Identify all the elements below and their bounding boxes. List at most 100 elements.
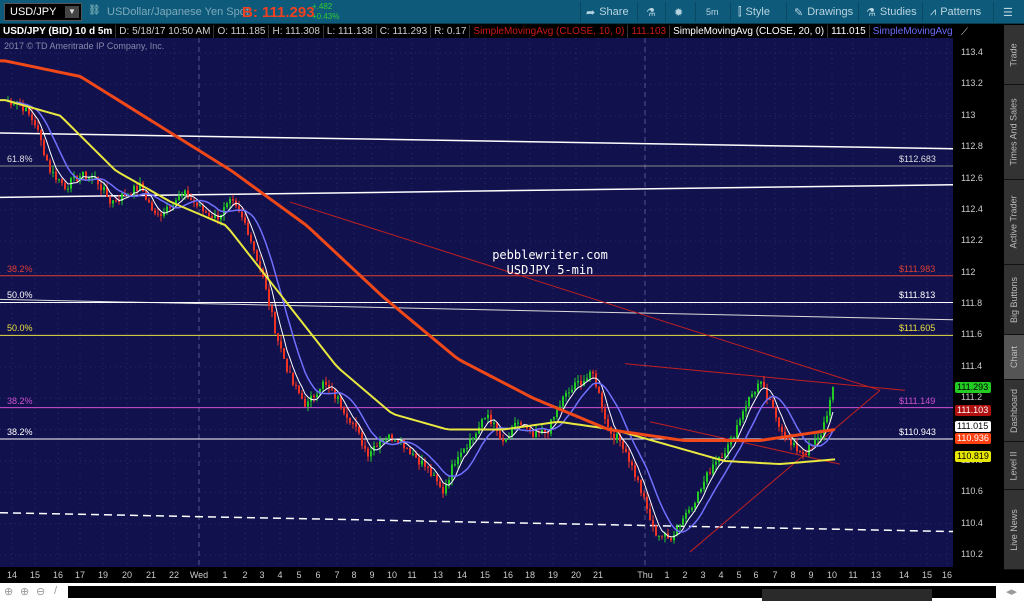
candle xyxy=(112,200,114,204)
candle xyxy=(460,452,462,457)
time-tick: 6 xyxy=(315,570,321,580)
candle xyxy=(355,423,357,427)
candle xyxy=(352,422,354,424)
candle xyxy=(634,465,636,478)
price-tick: 113 xyxy=(961,109,976,120)
candle xyxy=(715,461,717,465)
flask-icon: ⚗ xyxy=(866,6,876,19)
candle xyxy=(91,177,93,179)
zoom-in-icon[interactable]: ⊕ xyxy=(20,585,29,598)
fib-price-label: $112.683 xyxy=(899,153,936,164)
candle xyxy=(640,480,642,494)
expand-icon[interactable]: ◂▸ xyxy=(1006,585,1017,598)
candle xyxy=(832,386,834,400)
link-icon[interactable]: ⛓ xyxy=(88,5,101,16)
candle xyxy=(313,395,315,398)
time-tick: 10 xyxy=(386,570,398,580)
candle xyxy=(265,276,267,289)
candle xyxy=(670,538,672,541)
settings-button[interactable]: ✹ xyxy=(674,3,683,21)
candle xyxy=(289,371,291,373)
side-tab-times-and-sales[interactable]: Times And Sales xyxy=(1004,85,1024,180)
side-tab-live-news[interactable]: Live News xyxy=(1004,490,1024,570)
sma1-label[interactable]: SimpleMovingAvg (CLOSE, 10, 0) xyxy=(470,25,629,38)
candle xyxy=(688,509,690,513)
side-tab-active-trader[interactable]: Active Trader xyxy=(1004,180,1024,265)
flask-button[interactable]: ⚗ xyxy=(646,3,656,21)
symbol-description: USDollar/Japanese Yen Spot xyxy=(107,6,249,18)
candle xyxy=(40,129,42,141)
candle xyxy=(418,457,420,465)
time-tick: 5 xyxy=(736,570,742,580)
candle xyxy=(46,155,48,161)
candle xyxy=(304,398,306,407)
time-tick: 4 xyxy=(718,570,724,580)
candle xyxy=(43,140,45,156)
side-tab-trade[interactable]: Trade xyxy=(1004,25,1024,85)
time-tick: 7 xyxy=(334,570,340,580)
candle xyxy=(274,311,276,334)
side-tab-dashboard[interactable]: Dashboard xyxy=(1004,380,1024,442)
candle xyxy=(202,205,204,212)
chart-scrollbar[interactable] xyxy=(68,586,996,601)
candle xyxy=(454,464,456,466)
menu-button[interactable]: ☰ xyxy=(1003,3,1013,21)
candle xyxy=(367,448,369,457)
candle xyxy=(502,439,504,442)
candle xyxy=(295,384,297,386)
candle xyxy=(613,433,615,440)
fib-percent-label: 38.2% xyxy=(7,263,33,274)
fib-percent-label: 61.8% xyxy=(7,153,33,164)
timeframe-button[interactable]: 5m xyxy=(706,3,719,21)
chevron-down-icon[interactable]: ▼ xyxy=(65,6,79,18)
sma2-label[interactable]: SimpleMovingAvg (CLOSE, 20, 0) xyxy=(670,25,829,38)
candle xyxy=(442,486,444,494)
candle xyxy=(724,453,726,458)
candle xyxy=(325,381,327,385)
candle xyxy=(58,179,60,181)
candle xyxy=(703,481,705,489)
draw-line-icon[interactable]: / xyxy=(54,585,57,597)
side-tab-big-buttons[interactable]: Big Buttons xyxy=(1004,265,1024,335)
candle xyxy=(574,382,576,390)
zoom-out-icon[interactable]: ⊖ xyxy=(36,585,45,598)
side-tab-level-ii[interactable]: Level II xyxy=(1004,442,1024,490)
fib-percent-label: 38.2% xyxy=(7,395,33,406)
share-button[interactable]: ➦ Share xyxy=(586,3,629,21)
scrollbar-thumb[interactable] xyxy=(762,589,932,601)
chart-info-bar: USD/JPY (BID) 10 d 5m D: 5/18/17 10:50 A… xyxy=(0,25,968,38)
price-badge: 110.936 xyxy=(955,433,991,444)
patterns-button[interactable]: ⩘ Patterns xyxy=(930,3,981,21)
side-tab-label: Active Trader xyxy=(1009,195,1019,249)
studies-button[interactable]: ⚗ Studies xyxy=(866,3,917,21)
candle xyxy=(298,385,300,394)
candle xyxy=(604,408,606,420)
candle xyxy=(709,472,711,474)
drawings-button[interactable]: ✎ Drawings xyxy=(794,3,853,21)
candle xyxy=(406,448,408,450)
candle xyxy=(550,419,552,434)
candle xyxy=(277,333,279,341)
price-chart xyxy=(0,38,954,567)
time-tick: 14 xyxy=(6,570,18,580)
fib-price-label: $111.605 xyxy=(899,323,936,334)
time-tick: 16 xyxy=(941,570,953,580)
symbol-selector[interactable]: USD/JPY ▼ xyxy=(4,3,82,21)
candle xyxy=(466,447,468,449)
candle xyxy=(394,440,396,442)
candle xyxy=(514,422,516,427)
crosshair-icon[interactable]: ⊕ xyxy=(4,585,13,598)
axis-scale-icon[interactable]: ⟋ xyxy=(961,27,968,38)
change-value: +.482 xyxy=(312,2,333,11)
fib-percent-label: 50.0% xyxy=(7,323,33,334)
candle xyxy=(625,448,627,453)
candle xyxy=(337,396,339,399)
chart-plot-area[interactable] xyxy=(0,38,954,567)
candle xyxy=(286,358,288,372)
candle xyxy=(160,214,162,216)
candle xyxy=(754,392,756,395)
style-button[interactable]: ⫿ Style xyxy=(738,3,770,21)
patterns-label: Patterns xyxy=(940,6,982,18)
candle xyxy=(349,417,351,423)
side-tab-chart[interactable]: Chart xyxy=(1004,335,1024,380)
